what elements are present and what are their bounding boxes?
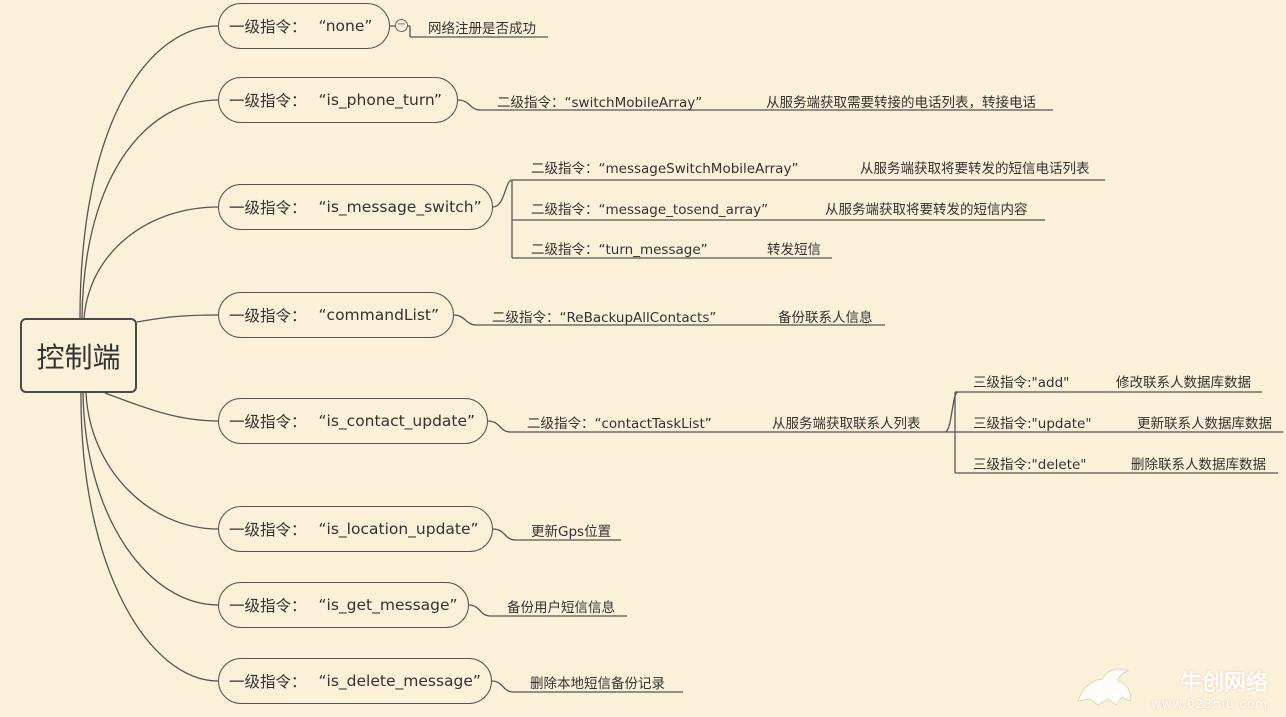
- leaf-update-gps[interactable]: 更新Gps位置: [529, 520, 613, 540]
- node-prefix: 一级指令：: [229, 18, 307, 36]
- desc-contact-task-list[interactable]: 从服务端获取联系人列表: [770, 412, 923, 432]
- leaf-network-registration[interactable]: 网络注册是否成功: [426, 17, 538, 37]
- sub-message-switch-mobile-array[interactable]: 二级指令：“messageSwitchMobileArray”: [529, 157, 800, 177]
- node-prefix: 一级指令：: [229, 307, 307, 325]
- sub-turn-message[interactable]: 二级指令：“turn_message”: [529, 238, 710, 258]
- node-prefix: 一级指令：: [229, 597, 307, 615]
- watermark-brand: 牛创网络: [1179, 671, 1268, 696]
- node-command: “is_get_message”: [318, 596, 458, 614]
- sub-delete[interactable]: 三级指令:"delete": [971, 453, 1089, 473]
- node-prefix: 一级指令：: [229, 413, 307, 431]
- node-is-contact-update[interactable]: 一级指令： “is_contact_update”: [218, 398, 488, 444]
- desc-rebackup-all-contacts[interactable]: 备份联系人信息: [776, 306, 875, 326]
- node-command-list[interactable]: 一级指令： “commandList”: [218, 292, 454, 338]
- node-command: “commandList”: [318, 306, 440, 324]
- node-is-location-update[interactable]: 一级指令： “is_location_update”: [218, 506, 493, 552]
- bull-logo-icon: [1077, 668, 1131, 706]
- desc-message-switch-mobile-array[interactable]: 从服务端获取将要转发的短信电话列表: [858, 157, 1092, 177]
- node-is-delete-message[interactable]: 一级指令： “is_delete_message”: [218, 658, 492, 704]
- node-is-get-message[interactable]: 一级指令： “is_get_message”: [218, 582, 469, 628]
- sub-switch-mobile-array[interactable]: 二级指令：“switchMobileArray”: [495, 91, 704, 111]
- node-command: “is_phone_turn”: [318, 91, 442, 109]
- sub-contact-task-list[interactable]: 二级指令：“contactTaskList”: [525, 412, 714, 432]
- desc-delete[interactable]: 删除联系人数据库数据: [1129, 453, 1268, 473]
- sub-message-tosend-array[interactable]: 二级指令：“message_tosend_array”: [529, 198, 770, 218]
- desc-message-tosend-array[interactable]: 从服务端获取将要转发的短信内容: [823, 198, 1030, 218]
- root-label: 控制端: [36, 340, 121, 374]
- desc-update[interactable]: 更新联系人数据库数据: [1135, 412, 1274, 432]
- node-none[interactable]: 一级指令： “none”: [218, 3, 390, 49]
- leaf-delete-sms-backup[interactable]: 删除本地短信备份记录: [528, 672, 667, 692]
- desc-turn-message[interactable]: 转发短信: [765, 238, 823, 258]
- desc-switch-mobile-array[interactable]: 从服务端获取需要转接的电话列表，转接电话: [764, 91, 1038, 111]
- node-prefix: 一级指令：: [229, 673, 307, 691]
- sub-add[interactable]: 三级指令:"add": [971, 371, 1071, 391]
- node-is-message-switch[interactable]: 一级指令： “is_message_switch”: [218, 184, 493, 230]
- desc-add[interactable]: 修改联系人数据库数据: [1114, 371, 1253, 391]
- node-is-phone-turn[interactable]: 一级指令： “is_phone_turn”: [218, 77, 458, 123]
- sub-update[interactable]: 三级指令:"update": [971, 412, 1094, 432]
- node-prefix: 一级指令：: [229, 199, 307, 217]
- node-command: “none”: [318, 17, 373, 35]
- watermark-url: www.023niu.com: [1150, 697, 1268, 711]
- node-prefix: 一级指令：: [229, 92, 307, 110]
- root-node[interactable]: 控制端: [20, 318, 137, 393]
- leaf-backup-sms[interactable]: 备份用户短信信息: [505, 596, 617, 616]
- node-command: “is_delete_message”: [318, 672, 481, 690]
- node-command: “is_message_switch”: [318, 198, 482, 216]
- watermark: 牛创网络 www.023niu.com: [1151, 665, 1268, 711]
- node-command: “is_contact_update”: [318, 412, 476, 430]
- collapse-icon[interactable]: −: [395, 19, 408, 32]
- node-prefix: 一级指令：: [229, 521, 307, 539]
- sub-rebackup-all-contacts[interactable]: 二级指令：“ReBackupAllContacts”: [490, 306, 718, 326]
- node-command: “is_location_update”: [318, 520, 479, 538]
